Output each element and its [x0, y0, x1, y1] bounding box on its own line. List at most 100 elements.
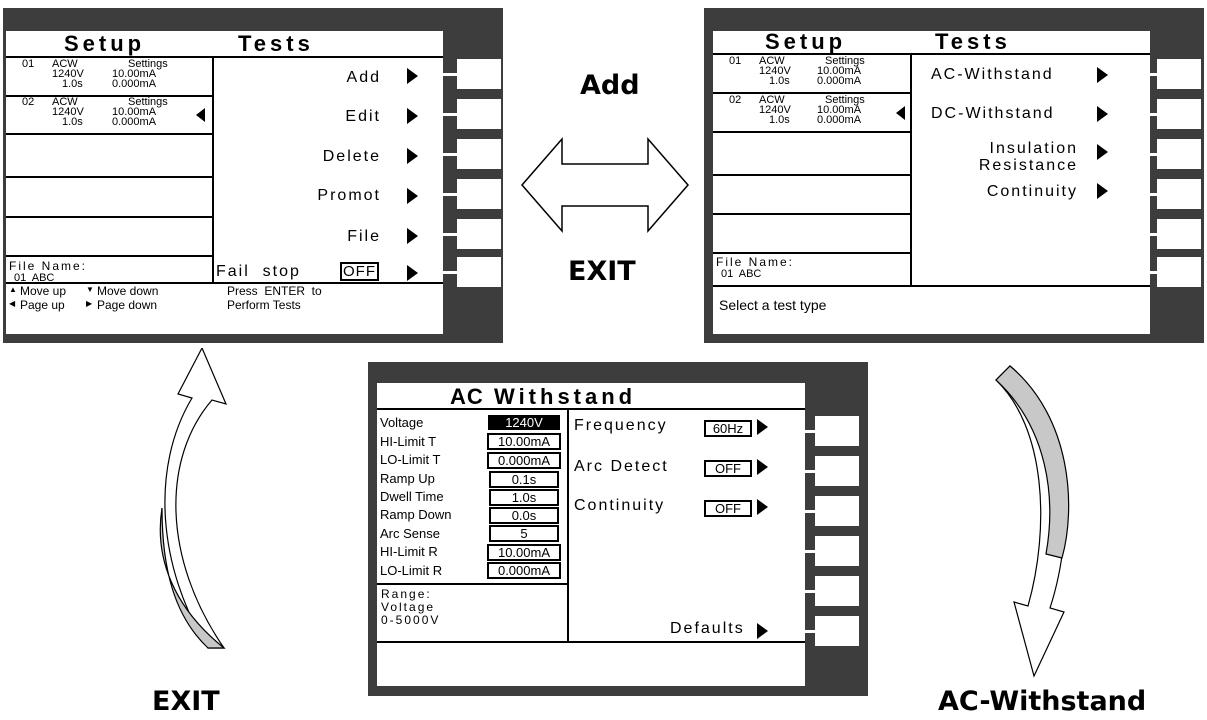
double-arrow-icon [521, 136, 689, 234]
title-withstand: Withstand [494, 384, 637, 409]
softkey-pointer-icon [757, 419, 768, 435]
softkey-pointer-icon [407, 148, 418, 164]
softkey-pointer-icon [757, 623, 768, 639]
curved-arrow-left-icon [159, 348, 228, 649]
menu-insulation[interactable]: Insulation [990, 141, 1079, 157]
softkey-2[interactable] [815, 456, 859, 486]
help-enter-2: Perform Tests [227, 298, 301, 312]
menu-delete[interactable]: Delete [323, 149, 381, 165]
step-time: 1.0s [769, 114, 790, 126]
label-add: Add [580, 70, 640, 101]
step-row-02[interactable]: 02 ACW Settings 1240V 10.00mA 1.0s 0.000… [717, 95, 907, 131]
status-message: Select a test type [719, 297, 827, 313]
menu-promot[interactable]: Promot [317, 188, 381, 204]
menu-dc-withstand[interactable]: DC-Withstand [931, 106, 1055, 122]
file-name-label: File Name: [716, 255, 795, 269]
title-setup: Setup [64, 31, 146, 56]
file-name-value: 01 ABC [721, 268, 762, 280]
softkey-pointer-icon [757, 499, 768, 515]
softkey-1[interactable] [1157, 59, 1201, 89]
curved-arrow-right-icon [995, 365, 1070, 678]
param-value-ramp-up[interactable]: 0.1s [489, 471, 559, 488]
softkey-2[interactable] [457, 99, 501, 129]
param-value-lo-limit-t[interactable]: 0.000mA [487, 452, 561, 469]
param-value-lo-limit-r[interactable]: 0.000mA [487, 562, 561, 579]
menu-edit[interactable]: Edit [345, 109, 381, 125]
menu-resistance[interactable]: Resistance [979, 158, 1078, 174]
step-number: 02 [729, 94, 742, 106]
step-row-01[interactable]: 01 ACW Settings 1240V 10.00mA 1.0s 0.000… [10, 59, 210, 95]
param-label-hi-limit-r: HI-Limit R [380, 544, 438, 559]
menu-file[interactable]: File [347, 229, 381, 245]
softkey-3[interactable] [1157, 139, 1201, 169]
softkey-pointer-icon [1097, 144, 1108, 160]
softkey-6[interactable] [1157, 257, 1201, 287]
step-row-01[interactable]: 01 ACW Settings 1240V 10.00mA 1.0s 0.000… [717, 56, 907, 92]
menu-add[interactable]: Add [347, 70, 381, 86]
step-time: 1.0s [62, 78, 83, 90]
step-time: 1.0s [769, 75, 790, 87]
softkey-5[interactable] [815, 576, 859, 606]
fail-stop-value[interactable]: OFF [340, 262, 379, 281]
param-label-hi-limit-t: HI-Limit T [380, 434, 437, 449]
add-test-screen: Setup Tests 01 ACW Settings 1240V 10.00m… [713, 31, 1150, 334]
selected-step-pointer-icon [196, 108, 205, 122]
menu-continuity[interactable]: Continuity [574, 498, 665, 514]
softkey-4[interactable] [1157, 179, 1201, 209]
title-setup: Setup [765, 31, 847, 54]
menu-defaults[interactable]: Defaults [670, 621, 745, 637]
softkey-pointer-icon [1097, 183, 1108, 199]
softkey-3[interactable] [457, 139, 501, 169]
down-arrow-icon: ▼ [86, 285, 94, 294]
title-ac: AC [450, 384, 484, 409]
softkey-5[interactable] [457, 219, 501, 249]
softkey-pointer-icon [407, 228, 418, 244]
setup-tests-screen: Setup Tests 01 ACW Settings 1240V 10.00m… [6, 31, 443, 334]
step-row-02[interactable]: 02 ACW Settings 1240V 10.00mA 1.0s 0.000… [10, 97, 210, 133]
softkey-1[interactable] [457, 59, 501, 89]
selected-step-pointer-icon [896, 106, 905, 120]
softkey-3[interactable] [815, 496, 859, 526]
left-arrow-icon: ◀ [9, 299, 16, 308]
step-time: 1.0s [62, 116, 83, 128]
param-value-hi-limit-r[interactable]: 10.00mA [487, 544, 561, 561]
softkey-5[interactable] [1157, 219, 1201, 249]
range-name: Voltage [381, 600, 436, 614]
param-label-ramp-up: Ramp Up [380, 471, 435, 486]
step-number: 02 [22, 96, 35, 108]
param-value-hi-limit-t[interactable]: 10.00mA [487, 433, 561, 450]
softkey-6[interactable] [457, 257, 501, 287]
menu-fail-stop[interactable]: Fail stop [216, 264, 301, 280]
param-value-dwell-time[interactable]: 1.0s [489, 489, 559, 506]
continuity-value[interactable]: OFF [704, 500, 752, 517]
param-value-ramp-down[interactable]: 0.0s [489, 507, 559, 524]
param-label-arc-sense: Arc Sense [380, 526, 440, 541]
frequency-value[interactable]: 60Hz [704, 420, 752, 437]
range-label: Range: [381, 587, 432, 601]
softkey-2[interactable] [1157, 99, 1201, 129]
softkey-1[interactable] [815, 416, 859, 446]
menu-ac-withstand[interactable]: AC-Withstand [931, 67, 1054, 83]
label-ac-withstand: AC-Withstand [938, 686, 1147, 717]
help-page-up: Page up [20, 298, 65, 312]
arc-detect-value[interactable]: OFF [704, 460, 752, 477]
menu-arc-detect[interactable]: Arc Detect [574, 459, 669, 475]
softkey-4[interactable] [815, 536, 859, 566]
param-label-lo-limit-r: LO-Limit R [380, 563, 443, 578]
param-label-lo-limit-t: LO-Limit T [380, 452, 441, 467]
softkey-pointer-icon [407, 68, 418, 84]
softkey-pointer-icon [757, 459, 768, 475]
param-value-arc-sense[interactable]: 5 [489, 525, 559, 542]
help-move-down: Move down [97, 284, 159, 298]
menu-continuity[interactable]: Continuity [987, 184, 1078, 200]
step-lo-limit: 0.000mA [817, 75, 862, 87]
softkey-pointer-icon [407, 108, 418, 124]
help-move-up: Move up [20, 284, 67, 298]
menu-frequency[interactable]: Frequency [574, 418, 668, 434]
param-value-voltage[interactable]: 1240V [488, 415, 560, 430]
step-lo-limit: 0.000mA [112, 116, 157, 128]
softkey-4[interactable] [457, 179, 501, 209]
softkey-6[interactable] [815, 616, 859, 646]
step-lo-limit: 0.000mA [112, 78, 157, 90]
softkey-pointer-icon [1097, 67, 1108, 83]
